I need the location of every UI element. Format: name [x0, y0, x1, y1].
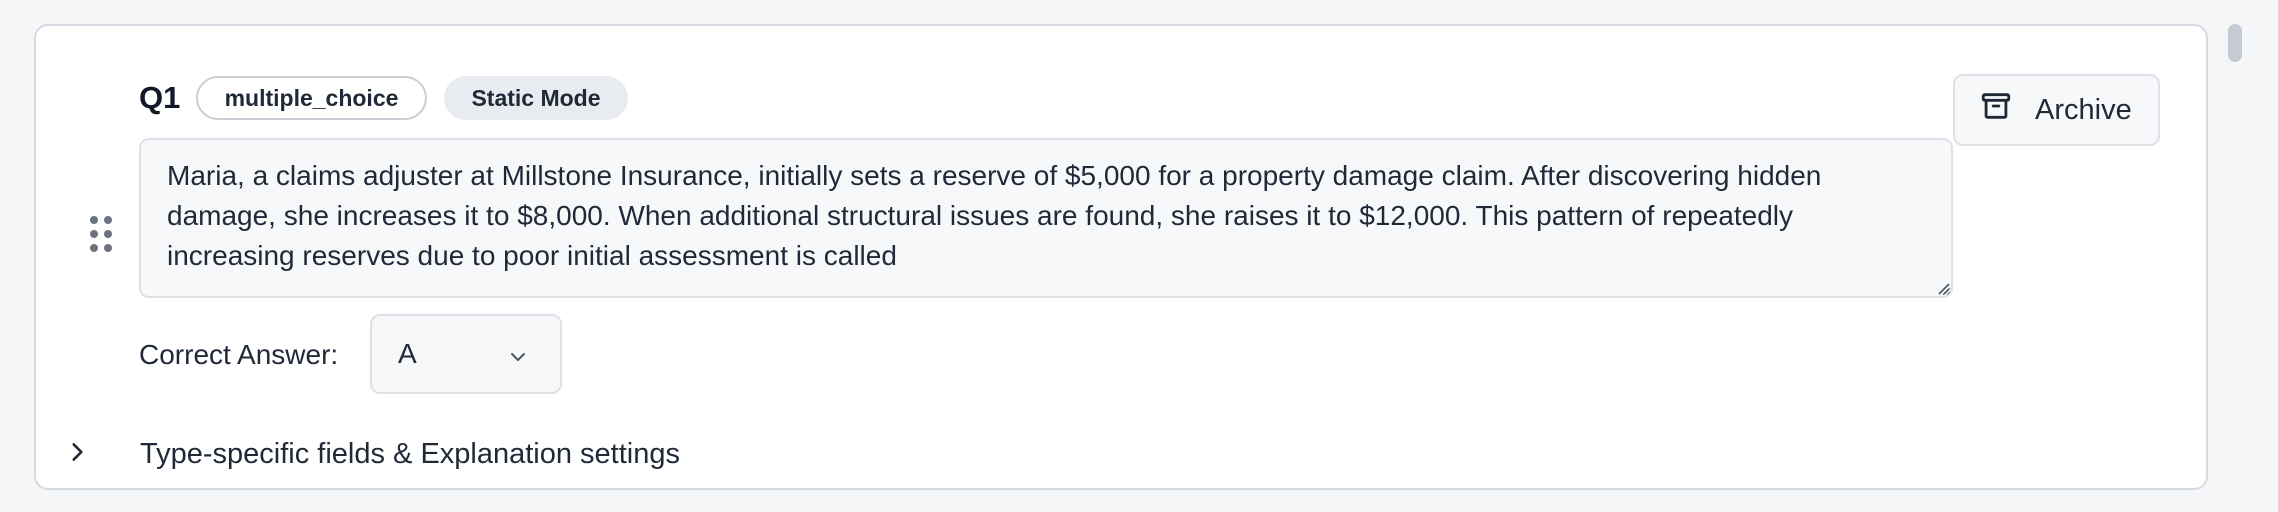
scrollbar-track[interactable]: [2218, 0, 2278, 512]
archive-button[interactable]: Archive: [1953, 74, 2160, 146]
archive-button-label: Archive: [2035, 93, 2132, 126]
correct-answer-select[interactable]: A: [370, 314, 562, 394]
chevron-down-icon: [506, 344, 530, 368]
scrollbar-thumb[interactable]: [2228, 24, 2242, 62]
resize-grip-icon[interactable]: [1934, 279, 1950, 295]
settings-expander-label: Type-specific fields & Explanation setti…: [140, 438, 680, 470]
chevron-right-icon: [60, 439, 90, 470]
mode-badge: Static Mode: [444, 76, 628, 120]
archive-box-icon: [1979, 89, 2013, 131]
question-type-badge: multiple_choice: [196, 76, 427, 120]
drag-handle-icon[interactable]: [90, 216, 118, 256]
settings-expander[interactable]: Type-specific fields & Explanation setti…: [60, 432, 680, 476]
correct-answer-value: A: [398, 338, 417, 369]
question-number: Q1: [139, 80, 181, 115]
correct-answer-label: Correct Answer:: [139, 339, 339, 370]
question-text-field[interactable]: Maria, a claims adjuster at Millstone In…: [139, 138, 1953, 298]
